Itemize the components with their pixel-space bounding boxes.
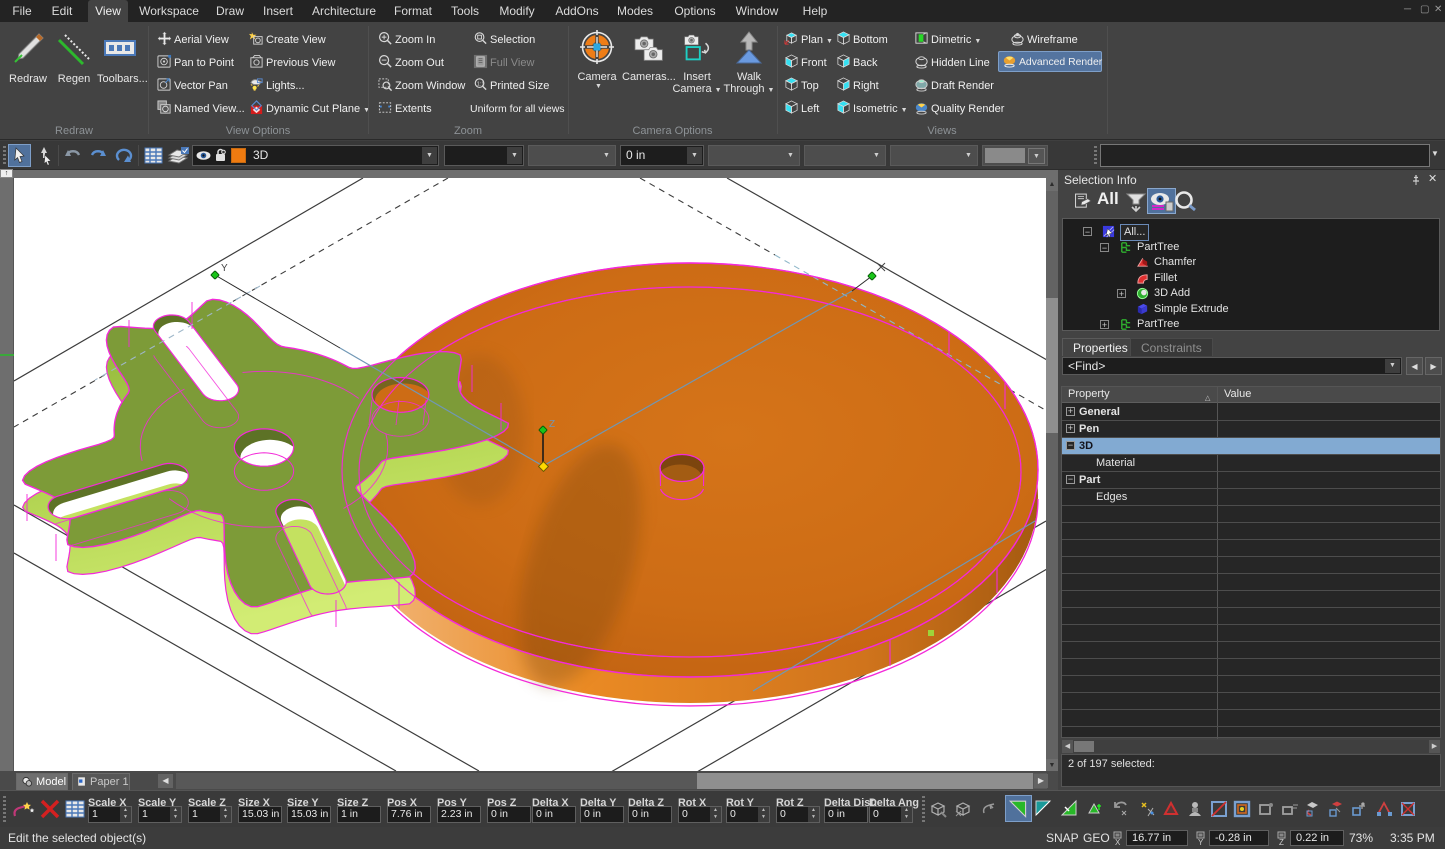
svg-text:Z: Z bbox=[549, 419, 555, 430]
svg-text:Y: Y bbox=[221, 263, 228, 274]
svg-text:Z: Z bbox=[1279, 838, 1284, 846]
svg-text:X: X bbox=[1115, 838, 1121, 846]
svg-text:Y: Y bbox=[1198, 838, 1204, 846]
